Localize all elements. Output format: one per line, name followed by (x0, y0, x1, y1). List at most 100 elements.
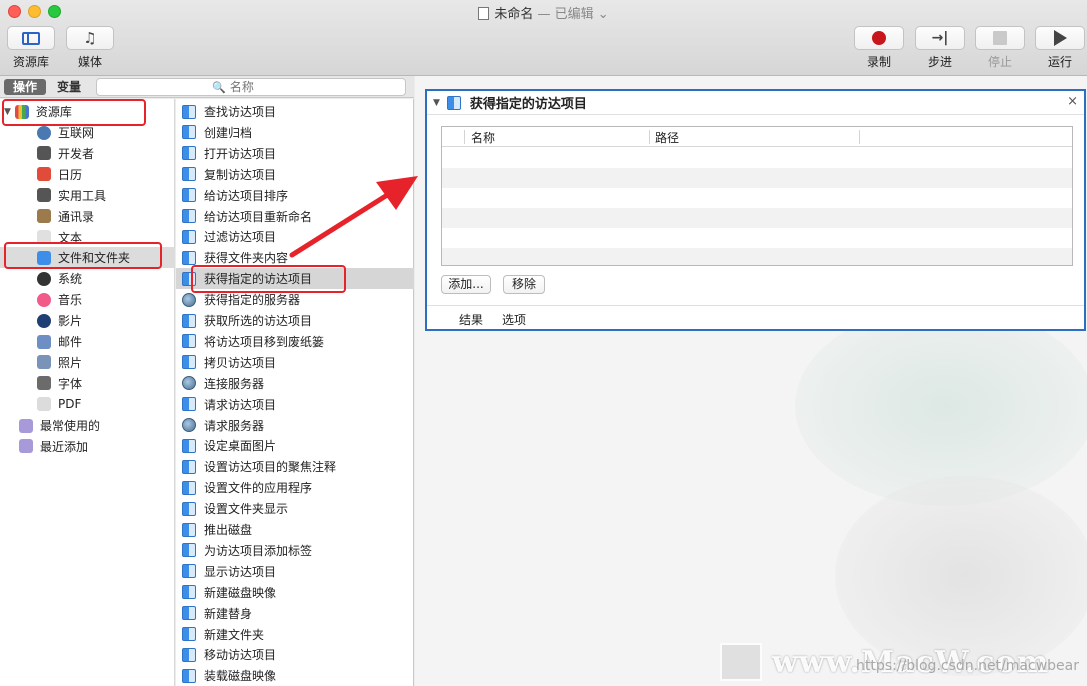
sidebar-smart-group[interactable]: 最常使用的 (0, 415, 175, 436)
window-title[interactable]: 未命名 — 已编辑 ⌄ (0, 3, 1087, 22)
tab-actions[interactable]: 操作 (4, 79, 46, 95)
run-button[interactable] (1035, 26, 1085, 50)
action-item-label: 过滤访达项目 (204, 230, 277, 245)
finder-icon (182, 209, 196, 223)
music-icon (37, 292, 51, 307)
mail-icon (37, 334, 51, 349)
sidebar-item[interactable]: 通讯录 (0, 206, 175, 227)
action-item-label: 给访达项目排序 (204, 188, 289, 203)
action-list-item[interactable]: 创建归档 (176, 122, 414, 143)
action-item-label: 新建替身 (204, 606, 253, 621)
document-icon (478, 7, 490, 20)
stop-icon (993, 31, 1007, 45)
system-icon (37, 271, 51, 286)
sidebar-item-label: 最近添加 (40, 439, 89, 454)
add-button[interactable]: 添加... (441, 275, 491, 294)
table-row[interactable] (442, 168, 1072, 188)
sidebar-item[interactable]: 开发者 (0, 143, 175, 164)
finder-icon (182, 250, 196, 265)
sidebar-item-label: 最常使用的 (40, 419, 101, 433)
action-list-item[interactable]: 移动访达项目 (176, 644, 414, 665)
finder-icon (182, 480, 196, 495)
action-item-label: 为访达项目添加标签 (204, 543, 313, 558)
sidebar-item[interactable]: PDF (0, 394, 175, 415)
action-list-item[interactable]: 新建文件夹 (176, 624, 414, 645)
search-input[interactable] (229, 80, 290, 94)
action-item-label: 复制访达项目 (204, 167, 277, 182)
finder-icon (182, 355, 196, 370)
finder-icon (182, 313, 196, 328)
action-list-item[interactable]: 设置访达项目的聚焦注释 (176, 456, 414, 477)
sidebar-item[interactable]: 系统 (0, 268, 175, 289)
remove-button[interactable]: 移除 (503, 275, 545, 294)
action-list-item[interactable]: 获取所选的访达项目 (176, 310, 414, 331)
action-card-footer: 结果 选项 (427, 305, 1084, 329)
record-button[interactable] (854, 26, 904, 50)
action-list-item[interactable]: 请求服务器 (176, 415, 414, 436)
action-card[interactable]: ▼ 获得指定的访达项目 × 名称 路径 添加... 移除 结果 选项 (425, 89, 1086, 331)
sidebar-item[interactable]: 影片 (0, 310, 175, 331)
items-table[interactable]: 名称 路径 (441, 126, 1073, 266)
action-list-item[interactable]: 显示访达项目 (176, 561, 414, 582)
action-item-label: 设定桌面图片 (204, 439, 277, 454)
finder-icon (182, 188, 196, 203)
sidebar-item-label: 日历 (58, 167, 83, 182)
sidebar-item[interactable]: 日历 (0, 164, 175, 185)
action-item-label: 新建磁盘映像 (204, 585, 277, 600)
action-list-item[interactable]: 拷贝访达项目 (176, 352, 414, 373)
annotation-arrow (289, 176, 418, 258)
action-item-label: 将访达项目移到废纸篓 (204, 334, 325, 349)
sidebar-item[interactable]: 音乐 (0, 289, 175, 310)
tab-options[interactable]: 选项 (502, 311, 526, 328)
action-search-field[interactable]: 🔍 (96, 78, 406, 96)
action-item-label: 移动访达项目 (204, 648, 277, 663)
action-list-item[interactable]: 设定桌面图片 (176, 435, 414, 456)
sidebar-item[interactable]: 字体 (0, 373, 175, 394)
action-list-item[interactable]: 设置文件夹显示 (176, 498, 414, 519)
action-item-label: 设置文件夹显示 (204, 502, 289, 517)
table-row[interactable] (442, 248, 1072, 265)
action-item-label: 新建文件夹 (204, 627, 265, 642)
action-list-item[interactable]: 新建磁盘映像 (176, 582, 414, 603)
library-toggle-button[interactable] (7, 26, 55, 50)
collapse-triangle-icon[interactable]: ▼ (433, 98, 440, 108)
action-item-label: 装载磁盘映像 (204, 669, 277, 684)
action-card-header[interactable]: ▼ 获得指定的访达项目 × (427, 91, 1084, 115)
column-path-header[interactable]: 路径 (655, 129, 679, 146)
action-list-item[interactable]: 连接服务器 (176, 373, 414, 394)
action-list-item[interactable]: 推出磁盘 (176, 519, 414, 540)
annotation-box-library (2, 99, 146, 126)
tools-icon (37, 146, 51, 161)
sidebar-item[interactable]: 实用工具 (0, 185, 175, 206)
tab-variables[interactable]: 变量 (52, 79, 86, 95)
folder-gear-icon (19, 439, 33, 454)
play-icon (1053, 30, 1067, 46)
media-button[interactable]: ♫ (66, 26, 114, 50)
column-name-header[interactable]: 名称 (471, 129, 495, 146)
sidebar-item[interactable]: 邮件 (0, 331, 175, 352)
library-list: ▼ 资源库 互联网 开发者 日历 实用工具 通讯录 文本 文件和文件夹 系统 音乐 影片 邮件 照片字… (0, 99, 175, 686)
sidebar-item[interactable]: 照片 (0, 352, 175, 373)
action-list-item[interactable]: 装载磁盘映像 (176, 665, 414, 686)
close-icon[interactable]: × (1067, 94, 1078, 109)
sidebar-icon (22, 31, 40, 45)
action-list-item[interactable]: 新建替身 (176, 603, 414, 624)
step-button[interactable]: →| (915, 26, 965, 50)
action-item-label: 设置访达项目的聚焦注释 (204, 460, 337, 475)
workflow-area[interactable]: ▼ 获得指定的访达项目 × 名称 路径 添加... 移除 结果 选项 (415, 76, 1087, 686)
finder-icon (446, 95, 461, 110)
tab-results[interactable]: 结果 (459, 311, 483, 328)
action-list-item[interactable]: 为访达项目添加标签 (176, 540, 414, 561)
action-list-item[interactable]: 将访达项目移到废纸篓 (176, 331, 414, 352)
action-list-item[interactable]: 请求访达项目 (176, 394, 414, 415)
sidebar-item-label: 开发者 (58, 146, 95, 161)
sidebar-item-label: 互联网 (58, 126, 95, 140)
table-row[interactable] (442, 208, 1072, 228)
action-list-item[interactable]: 设置文件的应用程序 (176, 477, 414, 498)
globe-icon (182, 376, 196, 391)
action-item-label: 获得文件夹内容 (204, 251, 289, 266)
sidebar-smart-group[interactable]: 最近添加 (0, 436, 175, 457)
column-separator (649, 130, 650, 144)
stop-button[interactable] (975, 26, 1025, 50)
action-list-item[interactable]: 查找访达项目 (176, 101, 414, 122)
